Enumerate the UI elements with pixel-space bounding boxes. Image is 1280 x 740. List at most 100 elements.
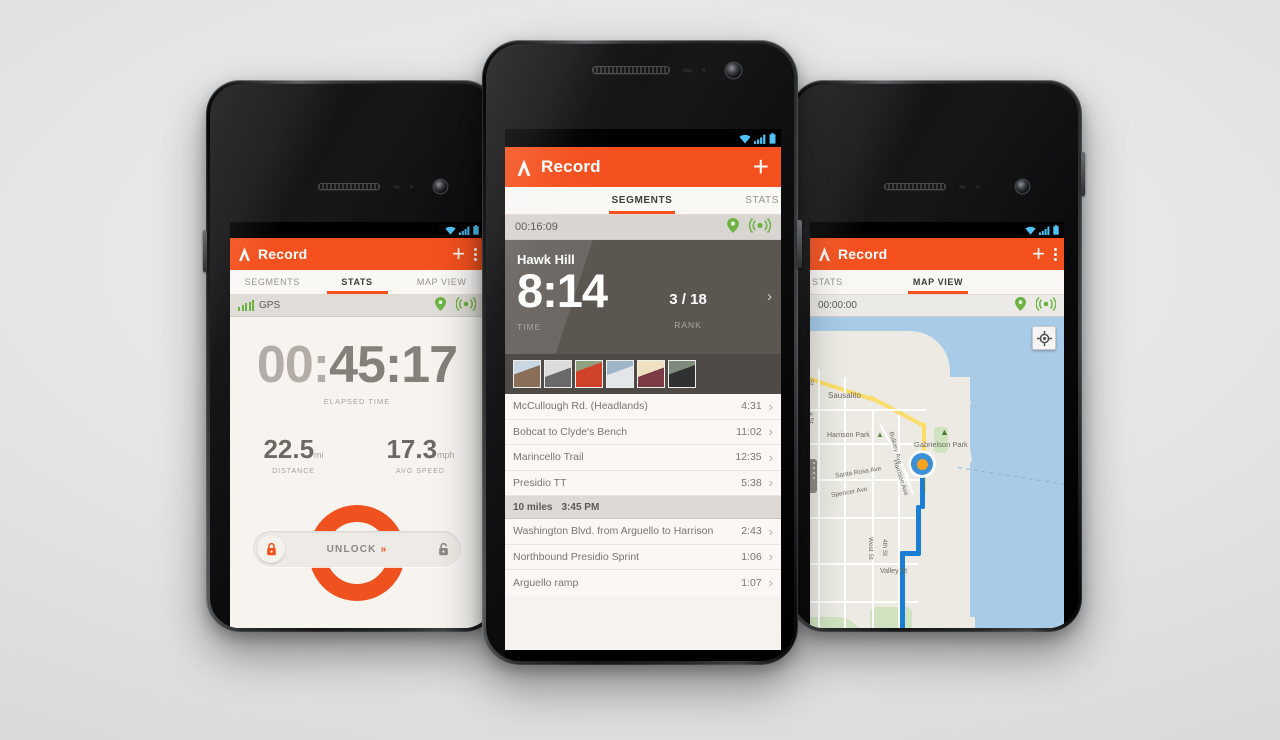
- tab-map-view[interactable]: MAP VIEW: [399, 270, 484, 294]
- map-pin-icon[interactable]: [1015, 297, 1026, 314]
- tab-map-view[interactable]: MAP VIEW: [896, 270, 980, 294]
- segment-list: McCullough Rd. (Headlands) 4:31 › Bobcat…: [505, 394, 781, 596]
- tab-segments[interactable]: SEGMENTS: [596, 187, 687, 214]
- front-camera-icon: [726, 63, 741, 78]
- lock-closed-icon[interactable]: [257, 535, 285, 563]
- proximity-sensor-icon: [392, 185, 401, 189]
- app-bar: Record +: [810, 238, 1064, 270]
- live-broadcast-icon[interactable]: [748, 217, 772, 236]
- list-item[interactable]: Washington Blvd. from Arguello to Harris…: [505, 519, 781, 545]
- avatar[interactable]: [513, 360, 541, 388]
- app-title: Record: [258, 246, 308, 262]
- right-phone-screen: Record + STATS MAP VIEW 00:00:00 Sausali…: [810, 222, 1064, 628]
- chevron-right-icon[interactable]: ›: [769, 475, 773, 490]
- chevron-right-icon[interactable]: ›: [769, 549, 773, 564]
- tab-bar: SEGMENTS STATS: [505, 187, 781, 215]
- chevron-right-icon[interactable]: ›: [767, 288, 772, 305]
- avatar[interactable]: [544, 360, 572, 388]
- unlock-slider[interactable]: UNLOCK »: [253, 531, 461, 567]
- featured-segment-time-label: TIME: [517, 321, 542, 332]
- overflow-menu-button[interactable]: [474, 247, 477, 261]
- map-road-a: [818, 369, 820, 628]
- featured-segment-rank: 3 / 18: [669, 290, 707, 308]
- tab-stats[interactable]: STATS: [810, 270, 896, 294]
- gps-bar-actions: [435, 296, 477, 314]
- list-item[interactable]: Arguello ramp 1:07 ›: [505, 570, 781, 596]
- map-label-west-street: West St: [867, 537, 874, 560]
- my-location-button[interactable]: [1032, 326, 1056, 350]
- recording-timer: 00:00:00: [818, 300, 857, 311]
- app-title: Record: [541, 157, 601, 176]
- chevron-right-icon[interactable]: ›: [769, 575, 773, 590]
- avatar[interactable]: [668, 360, 696, 388]
- gps-label: GPS: [259, 300, 281, 311]
- gps-signal-bars-icon: [238, 300, 254, 311]
- proximity-sensor-icon: [958, 185, 967, 189]
- center-phone: Record + SEGMENTS STATS 00:16:09 Hawk Hi…: [482, 40, 802, 665]
- avatar[interactable]: [637, 360, 665, 388]
- list-item[interactable]: McCullough Rd. (Headlands) 4:31 ›: [505, 394, 781, 420]
- map-pin-icon[interactable]: [435, 297, 446, 314]
- map-label-valley-st: Valley St: [880, 568, 908, 575]
- lock-open-icon[interactable]: [429, 535, 457, 563]
- status-bar-actions: [727, 217, 772, 236]
- current-position-marker: [911, 453, 933, 475]
- segment-name: McCullough Rd. (Headlands): [513, 400, 648, 413]
- map-label-gabrielson-park: Gabrielson Park: [914, 440, 968, 449]
- avg-speed-unit: mph: [437, 450, 455, 460]
- screenshot-stage: Record + SEGMENTS STATS MAP VIEW GPS 00:…: [0, 0, 1280, 740]
- map-road-h: [810, 517, 918, 519]
- chevron-right-icon[interactable]: ›: [769, 399, 773, 414]
- chevron-right-icon[interactable]: ›: [769, 524, 773, 539]
- list-item[interactable]: Bobcat to Clyde's Bench 11:02 ›: [505, 419, 781, 445]
- live-broadcast-icon[interactable]: [455, 296, 477, 314]
- center-phone-volume-button[interactable]: [797, 220, 802, 268]
- tab-stats[interactable]: STATS: [315, 270, 400, 294]
- cellular-signal-icon: [1039, 226, 1050, 235]
- tab-bar: STATS MAP VIEW: [810, 270, 1064, 295]
- status-icons: [1025, 225, 1059, 235]
- map-zoom-control[interactable]: [810, 459, 817, 493]
- elapsed-time-label: ELAPSED TIME: [323, 397, 391, 406]
- segment-time: 4:31: [741, 400, 762, 413]
- earpiece-speaker: [592, 66, 670, 74]
- status-icons: [739, 132, 776, 144]
- tab-segments[interactable]: SEGMENTS: [230, 270, 315, 294]
- gps-status-bar: 00:00:00: [810, 295, 1064, 317]
- segment-name: Washington Blvd. from Arguello to Harris…: [513, 525, 714, 538]
- chevron-right-icon[interactable]: ›: [769, 450, 773, 465]
- segment-name: Northbound Presidio Sprint: [513, 550, 640, 563]
- avatar[interactable]: [606, 360, 634, 388]
- overflow-menu-button[interactable]: [1054, 247, 1057, 261]
- record-control: UNLOCK »: [230, 493, 484, 613]
- battery-icon: [473, 225, 479, 235]
- live-broadcast-icon[interactable]: [1035, 296, 1057, 314]
- right-phone-power-button[interactable]: [1081, 152, 1085, 196]
- tree-icon-2: ▲: [940, 427, 949, 437]
- add-activity-button[interactable]: +: [452, 243, 465, 265]
- right-phone-inner: Record + STATS MAP VIEW 00:00:00 Sausali…: [794, 84, 1078, 628]
- list-item[interactable]: Northbound Presidio Sprint 1:06 ›: [505, 544, 781, 570]
- light-sensor-icon: [975, 184, 980, 189]
- android-nav-bar: [505, 650, 781, 661]
- strava-chevron-icon: [817, 246, 832, 262]
- map-pin-icon[interactable]: [727, 218, 739, 236]
- avatar[interactable]: [575, 360, 603, 388]
- list-item[interactable]: Presidio TT 5:38 ›: [505, 470, 781, 496]
- light-sensor-icon: [701, 67, 707, 73]
- avg-speed-label: AVG SPEED: [396, 468, 445, 475]
- center-phone-screen: Record + SEGMENTS STATS 00:16:09 Hawk Hi…: [505, 129, 781, 650]
- recording-timer: 00:16:09: [515, 221, 558, 233]
- map-park-green-2: [870, 607, 912, 628]
- tab-stats[interactable]: STATS: [688, 187, 781, 214]
- add-activity-button[interactable]: +: [1032, 243, 1045, 265]
- activity-track-seg4: [900, 551, 905, 628]
- add-activity-button[interactable]: +: [753, 153, 769, 181]
- segment-name: Presidio TT: [513, 476, 567, 489]
- tree-icon: ▲: [876, 430, 884, 439]
- chevron-right-icon[interactable]: ›: [769, 424, 773, 439]
- map-view[interactable]: Sausalito Harrison Park ▲ Gabrielson Par…: [810, 317, 1064, 628]
- featured-segment-card[interactable]: Hawk Hill 8:14 TIME 3 / 18 RANK ›: [505, 240, 781, 354]
- list-item[interactable]: Marincello Trail 12:35 ›: [505, 445, 781, 471]
- left-phone-power-button[interactable]: [203, 230, 207, 272]
